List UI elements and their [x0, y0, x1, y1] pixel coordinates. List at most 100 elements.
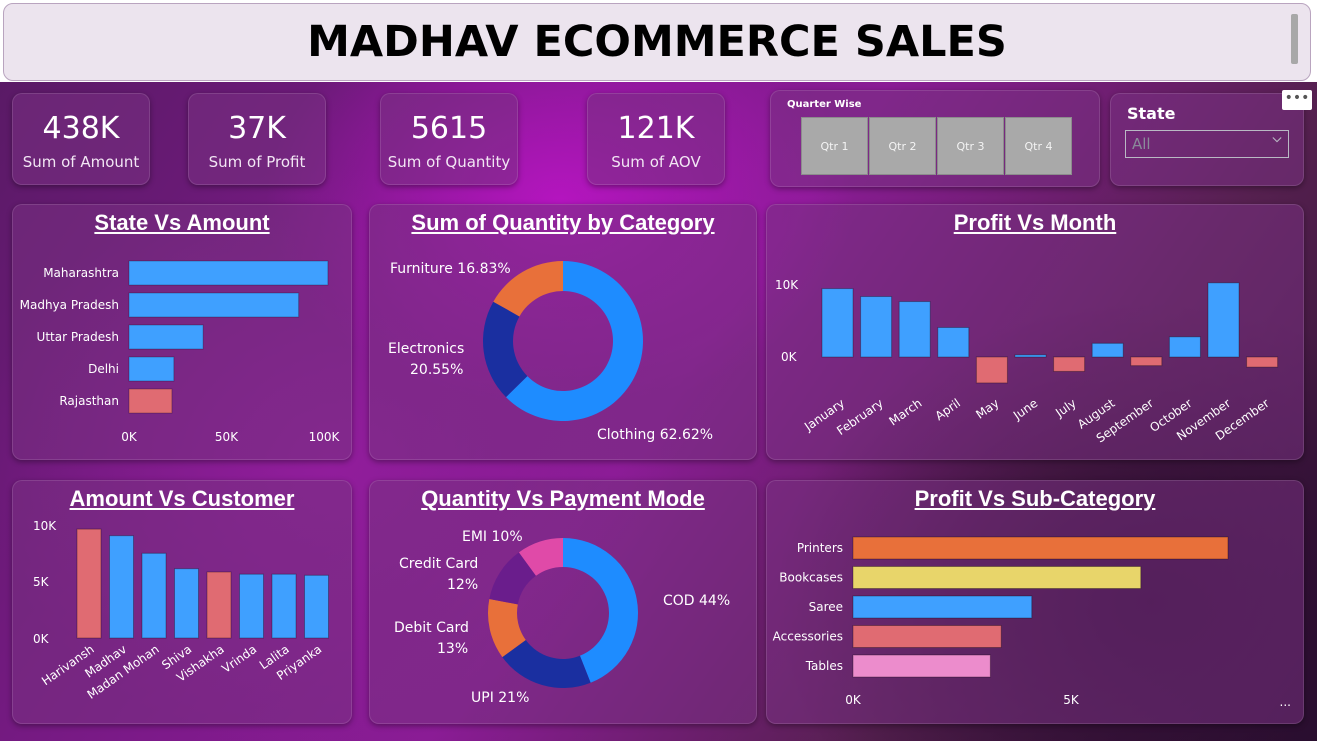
category-label: Maharashtra: [43, 266, 119, 280]
tick-label: 10K: [33, 519, 57, 533]
bar: [271, 573, 297, 639]
bar: [852, 654, 991, 678]
state-amount-panel: State Vs Amount Maharashtra Madhya Prades…: [12, 204, 352, 460]
tick-label: 0K: [781, 350, 798, 364]
bar: [898, 301, 931, 358]
profit-month-panel: Profit Vs Month 10K 0K January February Marc…: [766, 204, 1304, 460]
category-label: Vrinda: [219, 642, 259, 676]
bar: [1053, 356, 1086, 372]
kpi-value: 37K: [228, 111, 286, 146]
kpi-card-profit: 37K Sum of Profit: [188, 93, 326, 185]
data-label: 12%: [447, 577, 478, 593]
amount-customer-panel: Amount Vs Customer 10K 5K 0K Harivansh Madha…: [12, 480, 352, 724]
kpi-label: Sum of AOV: [611, 153, 701, 171]
profit-subcategory-chart: Printers Bookcases Saree Accessories Tables 0…: [773, 536, 1229, 707]
bar: [128, 260, 329, 286]
qtr-2-button[interactable]: Qtr 2: [869, 117, 936, 175]
bar: [128, 324, 204, 350]
quantity-category-panel: Sum of Quantity by Category Clothing 62.…: [369, 204, 757, 460]
quarter-slicer: Quarter Wise Qtr 1 Qtr 2 Qtr 3 Qtr 4: [770, 90, 1100, 187]
bar: [821, 288, 854, 358]
bar: [128, 292, 300, 318]
data-label: EMI 10%: [462, 529, 523, 545]
qtr-3-button[interactable]: Qtr 3: [937, 117, 1004, 175]
bar: [1168, 336, 1201, 358]
bar: [1130, 356, 1163, 367]
qtr-1-button[interactable]: Qtr 1: [801, 117, 868, 175]
category-label: Uttar Pradesh: [37, 330, 119, 344]
data-label: COD 44%: [663, 593, 730, 609]
dropdown-value: All: [1132, 135, 1151, 153]
bar: [1246, 356, 1279, 368]
data-label: 20.55%: [410, 362, 463, 378]
data-label: Electronics: [388, 341, 464, 357]
qtr-4-button[interactable]: Qtr 4: [1005, 117, 1072, 175]
category-label: Rajasthan: [59, 394, 119, 408]
category-label: Printers: [797, 541, 843, 555]
more-ellipsis[interactable]: ...: [1280, 695, 1291, 709]
category-label: May: [973, 396, 1001, 422]
more-options-icon[interactable]: •••: [1282, 90, 1312, 110]
bar: [174, 568, 199, 639]
bar: [852, 536, 1229, 560]
quantity-payment-chart: COD 44% UPI 21% Debit Card 13% Credit Card 12…: [394, 529, 730, 706]
data-label: Clothing 62.62%: [597, 427, 713, 443]
amount-customer-chart: 10K5K0KHarivanshMadhavMadan MohanShivaVi…: [33, 519, 329, 702]
quantity-payment-panel: Quantity Vs Payment Mode COD 44% UPI 21% D…: [369, 480, 757, 724]
category-label: Accessories: [773, 630, 843, 644]
title-banner: MADHAV ECOMMERCE SALES: [3, 3, 1311, 81]
category-label: March: [886, 396, 924, 428]
bar: [141, 552, 167, 639]
quantity-category-chart: Clothing 62.62% Electronics 20.55% Furnitur…: [388, 261, 713, 443]
tick-label: 0K: [845, 693, 862, 707]
data-label: Debit Card: [394, 620, 469, 636]
bar: [206, 571, 232, 639]
bar: [76, 528, 102, 639]
category-label: Bookcases: [779, 571, 843, 585]
category-label: Delhi: [88, 362, 119, 376]
state-dropdown[interactable]: All: [1125, 130, 1289, 158]
bar: [128, 356, 175, 382]
category-label: June: [1010, 396, 1040, 423]
data-label: UPI 21%: [471, 690, 529, 706]
bar: [109, 535, 134, 639]
tick-label: 0K: [33, 632, 50, 646]
bar: [1014, 354, 1047, 358]
tick-label: 5K: [33, 575, 50, 589]
tick-label: 0K: [121, 430, 138, 444]
tick-label: 50K: [215, 430, 239, 444]
kpi-value: 438K: [42, 111, 120, 146]
bar: [852, 566, 1142, 589]
bar: [860, 296, 893, 358]
tick-label: 100K: [309, 430, 341, 444]
category-label: Madhya Pradesh: [20, 298, 119, 312]
scrollbar[interactable]: [1291, 14, 1298, 64]
bar: [239, 573, 264, 639]
kpi-label: Sum of Profit: [208, 153, 306, 171]
category-label: July: [1052, 396, 1079, 420]
profit-month-chart: 10K0KJanuaryFebruary March April May June Jul…: [775, 278, 1279, 446]
category-label: Saree: [809, 600, 843, 614]
kpi-value: 121K: [617, 111, 695, 146]
bar: [975, 356, 1008, 384]
category-label: April: [933, 396, 964, 423]
kpi-card-amount: 438K Sum of Amount: [12, 93, 150, 185]
bar: [128, 388, 173, 414]
chevron-down-icon: [1272, 137, 1282, 143]
bar: [852, 595, 1033, 619]
slicer-title: State: [1127, 104, 1176, 123]
category-label: Tables: [805, 659, 843, 673]
bar: [304, 574, 329, 639]
tick-label: 10K: [775, 278, 799, 292]
bar: [937, 326, 970, 358]
kpi-label: Sum of Amount: [22, 153, 140, 171]
data-label: Credit Card: [399, 556, 478, 572]
bar: [852, 625, 1002, 648]
page-title: MADHAV ECOMMERCE SALES: [307, 17, 1007, 67]
kpi-card-quantity: 5615 Sum of Quantity: [380, 93, 518, 185]
bar: [1207, 282, 1240, 358]
state-slicer: State All: [1110, 93, 1304, 186]
data-label: Furniture 16.83%: [390, 261, 511, 277]
kpi-card-aov: 121K Sum of AOV: [587, 93, 725, 185]
bar: [1091, 342, 1124, 358]
